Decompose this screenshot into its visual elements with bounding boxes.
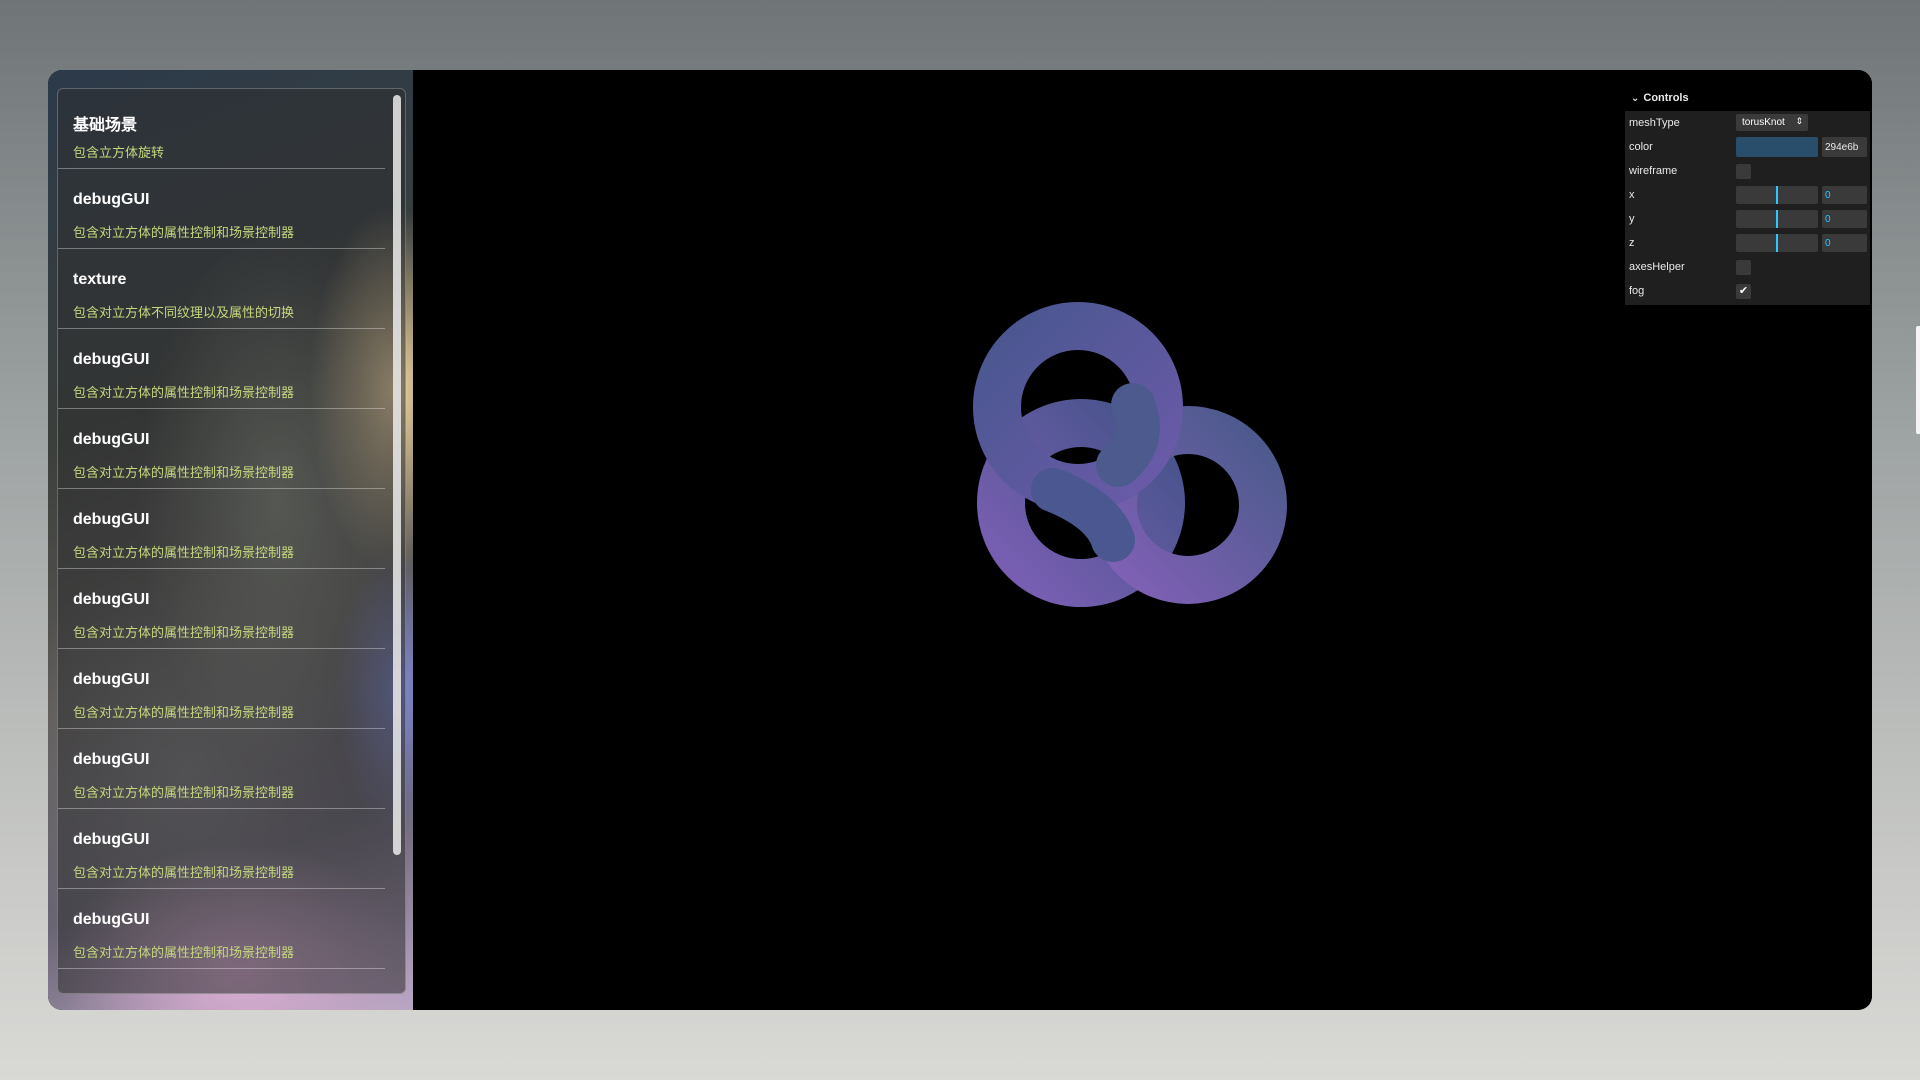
x-row: x 0 [1625, 183, 1870, 207]
edge-handle[interactable] [1916, 326, 1920, 434]
list-item-description: 包含对立方体的属性控制和场景控制器 [73, 465, 295, 480]
list-item-title: debugGUI [73, 911, 150, 928]
chevron-down-icon: ⌄ [1631, 92, 1640, 104]
color-label: color [1629, 141, 1653, 153]
wireframe-row: wireframe [1625, 159, 1870, 183]
meshtype-value: torusKnot [1742, 117, 1785, 128]
list-item[interactable]: debugGUI 包含对立方体的属性控制和场景控制器 [58, 889, 385, 969]
x-label: x [1629, 189, 1635, 201]
list-item-description: 包含对立方体不同纹理以及属性的切换 [73, 305, 295, 320]
list-item-title: debugGUI [73, 831, 150, 848]
z-row: z 0 [1625, 231, 1870, 255]
list-item-title: debugGUI [73, 591, 150, 608]
list-item[interactable]: debugGUI 包含对立方体的属性控制和场景控制器 [58, 649, 385, 729]
list-item[interactable]: texture 包含对立方体不同纹理以及属性的切换 [58, 249, 385, 329]
list-item-title: debugGUI [73, 431, 150, 448]
fog-checkbox[interactable]: ✔ [1736, 284, 1751, 299]
list-item-title: debugGUI [73, 191, 150, 208]
list-item-description: 包含对立方体的属性控制和场景控制器 [73, 945, 295, 960]
fog-row: fog ✔ [1625, 279, 1870, 303]
controls-panel: ⌄ Controls meshType torusKnot ⇕ color 29… [1625, 85, 1870, 305]
slider-handle[interactable] [1776, 186, 1778, 204]
list-item[interactable]: debugGUI 包含对立方体的属性控制和场景控制器 [58, 489, 385, 569]
z-label: z [1629, 237, 1635, 249]
list-item-description: 包含对立方体的属性控制和场景控制器 [73, 385, 295, 400]
axeshelper-checkbox[interactable] [1736, 260, 1751, 275]
slider-handle[interactable] [1776, 210, 1778, 228]
controls-header[interactable]: ⌄ Controls [1625, 85, 1870, 111]
z-number-input[interactable]: 0 [1822, 234, 1867, 252]
controls-title: Controls [1643, 92, 1689, 104]
list-item-title: 基础场景 [73, 117, 138, 134]
list-item-title: debugGUI [73, 751, 150, 768]
axeshelper-label: axesHelper [1629, 261, 1685, 273]
list-item-description: 包含立方体旋转 [73, 145, 165, 160]
scrollbar-thumb[interactable] [393, 95, 401, 855]
y-label: y [1629, 213, 1635, 225]
list-item-title: debugGUI [73, 671, 150, 688]
y-row: y 0 [1625, 207, 1870, 231]
list-item[interactable]: 基础场景 包含立方体旋转 [58, 89, 385, 169]
scene-list[interactable]: 基础场景 包含立方体旋转 debugGUI 包含对立方体的属性控制和场景控制器 … [57, 88, 406, 994]
axeshelper-row: axesHelper [1625, 255, 1870, 279]
list-item-description: 包含对立方体的属性控制和场景控制器 [73, 625, 295, 640]
color-swatch[interactable] [1736, 137, 1818, 157]
checkmark-icon: ✔ [1738, 285, 1749, 297]
meshtype-select[interactable]: torusKnot ⇕ [1736, 114, 1808, 131]
y-number-input[interactable]: 0 [1822, 210, 1867, 228]
list-item-title: debugGUI [73, 511, 150, 528]
list-item-description: 包含对立方体的属性控制和场景控制器 [73, 705, 295, 720]
fog-label: fog [1629, 285, 1645, 297]
sidebar: 基础场景 包含立方体旋转 debugGUI 包含对立方体的属性控制和场景控制器 … [48, 70, 413, 1010]
wireframe-label: wireframe [1629, 165, 1678, 177]
list-item[interactable]: debugGUI 包含对立方体的属性控制和场景控制器 [58, 169, 385, 249]
x-number-input[interactable]: 0 [1822, 186, 1867, 204]
select-arrows-icon: ⇕ [1795, 116, 1803, 126]
list-item-description: 包含对立方体的属性控制和场景控制器 [73, 545, 295, 560]
color-row: color 294e6b [1625, 135, 1870, 159]
3d-viewport[interactable]: ⌄ Controls meshType torusKnot ⇕ color 29… [413, 70, 1872, 1010]
wireframe-checkbox[interactable] [1736, 164, 1751, 179]
y-slider[interactable] [1736, 210, 1818, 228]
x-slider[interactable] [1736, 186, 1818, 204]
list-item-description: 包含对立方体的属性控制和场景控制器 [73, 225, 295, 240]
app-window: 基础场景 包含立方体旋转 debugGUI 包含对立方体的属性控制和场景控制器 … [48, 70, 1872, 1010]
list-item[interactable]: debugGUI 包含对立方体的属性控制和场景控制器 [58, 329, 385, 409]
list-item-description: 包含对立方体的属性控制和场景控制器 [73, 865, 295, 880]
slider-handle[interactable] [1776, 234, 1778, 252]
z-slider[interactable] [1736, 234, 1818, 252]
list-item[interactable]: debugGUI 包含对立方体的属性控制和场景控制器 [58, 809, 385, 889]
meshtype-row: meshType torusKnot ⇕ [1625, 111, 1870, 135]
scrollbar[interactable] [393, 95, 401, 987]
list-item[interactable]: debugGUI 包含对立方体的属性控制和场景控制器 [58, 569, 385, 649]
list-item-title: texture [73, 271, 127, 288]
color-hex-input[interactable]: 294e6b [1822, 137, 1867, 157]
list-item-title: debugGUI [73, 351, 150, 368]
list-item[interactable]: debugGUI 包含对立方体的属性控制和场景控制器 [58, 729, 385, 809]
meshtype-label: meshType [1629, 117, 1680, 129]
list-item-description: 包含对立方体的属性控制和场景控制器 [73, 785, 295, 800]
list-item[interactable]: debugGUI 包含对立方体的属性控制和场景控制器 [58, 409, 385, 489]
